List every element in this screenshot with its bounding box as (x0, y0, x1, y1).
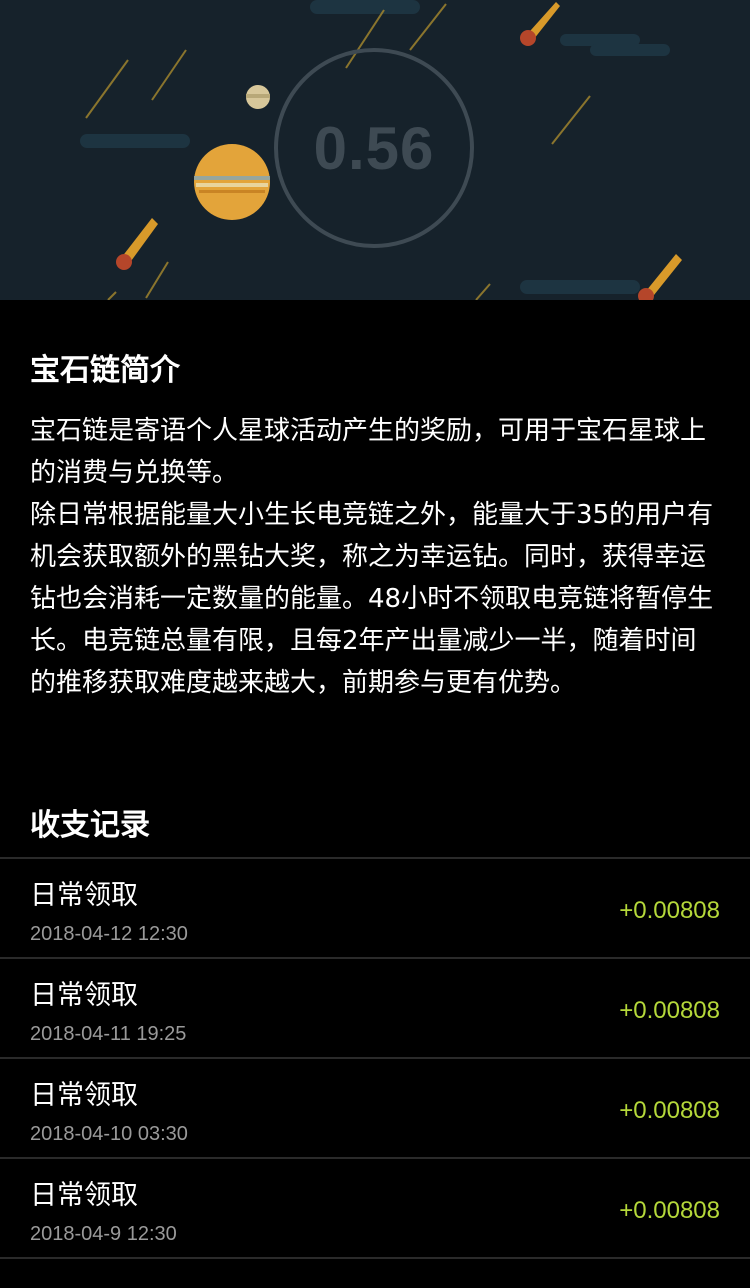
intro-body: 宝石链是寄语个人星球活动产生的奖励，可用于宝石星球上的消费与兑换等。 除日常根据… (30, 410, 722, 704)
record-time: 2018-04-9 12:30 (30, 1223, 177, 1245)
record-amount: +0.00808 (619, 1197, 720, 1224)
meteor-icon (520, 2, 560, 46)
meteor-icon (638, 254, 682, 300)
planet-icon (194, 144, 270, 220)
record-label: 日常领取 (30, 980, 138, 1011)
record-amount: +0.00808 (619, 997, 720, 1024)
meteor-icon (116, 218, 158, 270)
cloud-shape (590, 44, 670, 56)
records-list: 日常领取 2018-04-12 12:30 +0.00808 日常领取 2018… (0, 857, 750, 1259)
record-time: 2018-04-11 19:25 (30, 1023, 187, 1045)
record-label: 日常领取 (30, 1080, 138, 1111)
record-amount: +0.00808 (619, 1097, 720, 1124)
record-time: 2018-04-12 12:30 (30, 923, 188, 945)
record-time: 2018-04-10 03:30 (30, 1123, 188, 1145)
record-row[interactable]: 日常领取 2018-04-12 12:30 +0.00808 (0, 859, 750, 959)
record-label: 日常领取 (30, 880, 138, 911)
record-row[interactable]: 日常领取 2018-04-9 12:30 +0.00808 (0, 1159, 750, 1259)
cloud-shape (520, 280, 640, 294)
records-title: 收支记录 (30, 808, 150, 843)
intro-paragraph: 宝石链是寄语个人星球活动产生的奖励，可用于宝石星球上的消费与兑换等。 (30, 416, 707, 488)
cloud-shape (80, 134, 190, 148)
intro-paragraph: 除日常根据能量大小生长电竞链之外，能量大于35的用户有机会获取额外的黑钻大奖，称… (30, 500, 714, 698)
intro-title: 宝石链简介 (30, 353, 180, 388)
hero-banner: 0.56 (0, 0, 750, 300)
record-row[interactable]: 日常领取 2018-04-10 03:30 +0.00808 (0, 1059, 750, 1159)
record-amount: +0.00808 (619, 897, 720, 924)
record-row[interactable]: 日常领取 2018-04-11 19:25 +0.00808 (0, 959, 750, 1059)
cloud-shape (310, 0, 420, 14)
moon-icon (246, 85, 270, 109)
balance-value: 0.56 (313, 114, 435, 182)
record-label: 日常领取 (30, 1180, 138, 1211)
balance-ring: 0.56 (274, 48, 474, 248)
